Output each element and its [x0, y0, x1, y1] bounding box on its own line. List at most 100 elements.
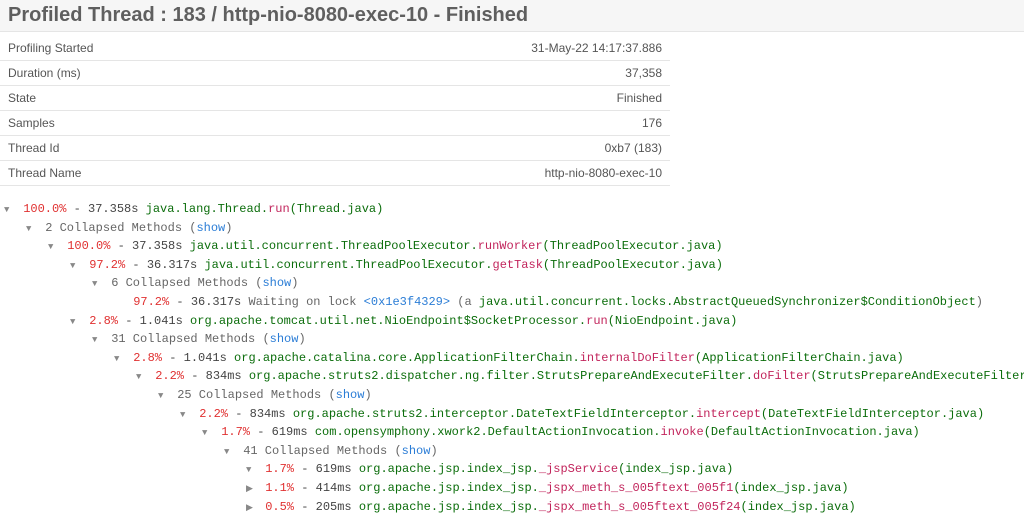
source-file: (ThreadPoolExecutor.java) [543, 239, 723, 253]
collapse-icon[interactable]: ▼ [246, 464, 256, 478]
pct: 2.2% [155, 369, 184, 383]
method: _jspService [539, 462, 618, 476]
pct: 2.8% [133, 351, 162, 365]
class: com.opensymphony.xwork2.DefaultActionInv… [315, 425, 661, 439]
table-row: Duration (ms) 37,358 [0, 61, 670, 86]
method: getTask [493, 258, 543, 272]
collapse-icon[interactable]: ▼ [4, 204, 14, 218]
collapsed-group[interactable]: ▼ 31 Collapsed Methods (show) [92, 330, 1024, 349]
class: org.apache.tomcat.util.net.NioEndpoint$S… [190, 314, 586, 328]
time: 414ms [316, 481, 352, 495]
call-tree: ▼ 100.0% - 37.358s java.lang.Thread.run(… [0, 200, 1024, 516]
info-value: 31-May-22 14:17:37.886 [274, 36, 670, 61]
tree-node[interactable]: ▼ 100.0% - 37.358s java.util.concurrent.… [48, 237, 1024, 256]
collapse-icon[interactable]: ▼ [224, 446, 234, 460]
collapse-icon[interactable]: ▼ [136, 371, 146, 385]
show-link[interactable]: show [402, 444, 431, 458]
expand-icon[interactable]: ▶ [246, 502, 256, 516]
method: invoke [661, 425, 704, 439]
time: 619ms [316, 462, 352, 476]
source-file: (StrutsPrepareAndExecuteFilter.java) [811, 369, 1024, 383]
collapse-icon[interactable]: ▼ [158, 390, 168, 404]
show-link[interactable]: show [336, 388, 365, 402]
collapsed-label: 25 Collapsed Methods [177, 388, 321, 402]
method: intercept [696, 407, 761, 421]
info-label: Profiling Started [0, 36, 274, 61]
info-value: 176 [274, 111, 670, 136]
info-label: State [0, 86, 274, 111]
tree-node[interactable]: ▼ 2.2% - 834ms org.apache.struts2.dispat… [136, 367, 1024, 386]
class: org.apache.catalina.core.ApplicationFilt… [234, 351, 580, 365]
table-row: Thread Name http-nio-8080-exec-10 [0, 161, 670, 186]
class: java.lang.Thread. [146, 202, 268, 216]
pct: 100.0% [23, 202, 66, 216]
time: 36.317s [147, 258, 197, 272]
tree-node[interactable]: ▶ 0.5% - 205ms org.apache.jsp.index_jsp.… [246, 498, 1024, 517]
collapsed-group[interactable]: ▼ 41 Collapsed Methods (show) [224, 442, 1024, 461]
time: 205ms [316, 500, 352, 514]
expand-icon[interactable]: ▶ [246, 483, 256, 497]
method: internalDoFilter [580, 351, 695, 365]
thread-info-table: Profiling Started 31-May-22 14:17:37.886… [0, 36, 670, 186]
page-title: Profiled Thread : 183 / http-nio-8080-ex… [8, 4, 1016, 27]
show-link[interactable]: show [262, 276, 291, 290]
collapsed-group[interactable]: ▼ 6 Collapsed Methods (show) [92, 274, 1024, 293]
pct: 2.8% [89, 314, 118, 328]
tree-node[interactable]: ▼ 2.8% - 1.041s org.apache.catalina.core… [114, 349, 1024, 368]
time: 1.041s [184, 351, 227, 365]
pct: 1.1% [265, 481, 294, 495]
tree-node[interactable]: ▶ 1.1% - 414ms org.apache.jsp.index_jsp.… [246, 479, 1024, 498]
pct: 97.2% [89, 258, 125, 272]
source-file: (ThreadPoolExecutor.java) [543, 258, 723, 272]
source-file: (NioEndpoint.java) [608, 314, 738, 328]
pct: 2.2% [199, 407, 228, 421]
pct: 97.2% [133, 295, 169, 309]
table-row: Samples 176 [0, 111, 670, 136]
tree-node[interactable]: ▼ 2.2% - 834ms org.apache.struts2.interc… [180, 405, 1024, 424]
time: 834ms [206, 369, 242, 383]
collapse-icon[interactable]: ▼ [70, 316, 80, 330]
collapse-icon[interactable]: ▼ [92, 278, 102, 292]
tree-node[interactable]: ▼ 97.2% - 36.317s java.util.concurrent.T… [70, 256, 1024, 275]
class: java.util.concurrent.ThreadPoolExecutor. [204, 258, 492, 272]
source-file: (DateTextFieldInterceptor.java) [761, 407, 984, 421]
collapsed-group[interactable]: ▼ 2 Collapsed Methods (show) [26, 219, 1024, 238]
collapse-icon[interactable]: ▼ [202, 427, 212, 441]
class: org.apache.struts2.dispatcher.ng.filter.… [249, 369, 753, 383]
source-file: (index_jsp.java) [733, 481, 848, 495]
table-row: Thread Id 0xb7 (183) [0, 136, 670, 161]
collapse-icon[interactable]: ▼ [26, 223, 36, 237]
collapse-icon[interactable]: ▼ [48, 241, 58, 255]
collapse-icon[interactable]: ▼ [70, 260, 80, 274]
show-link[interactable]: show [196, 221, 225, 235]
info-label: Samples [0, 111, 274, 136]
tree-node[interactable]: ▼ 100.0% - 37.358s java.lang.Thread.run(… [4, 200, 1024, 219]
pct: 0.5% [265, 500, 294, 514]
collapse-icon[interactable]: ▼ [180, 409, 190, 423]
collapsed-group[interactable]: ▼ 25 Collapsed Methods (show) [158, 386, 1024, 405]
tree-node[interactable]: ▼ 2.8% - 1.041s org.apache.tomcat.util.n… [70, 312, 1024, 331]
info-label: Thread Name [0, 161, 274, 186]
time: 37.358s [132, 239, 182, 253]
collapsed-label: 2 Collapsed Methods [45, 221, 182, 235]
class: java.util.concurrent.ThreadPoolExecutor. [190, 239, 478, 253]
collapse-icon[interactable]: ▼ [92, 334, 102, 348]
collapsed-label: 31 Collapsed Methods [111, 332, 255, 346]
class: org.apache.jsp.index_jsp. [359, 481, 539, 495]
info-value: http-nio-8080-exec-10 [274, 161, 670, 186]
method: doFilter [753, 369, 811, 383]
tree-node[interactable]: ▼ 1.7% - 619ms com.opensymphony.xwork2.D… [202, 423, 1024, 442]
time: 619ms [272, 425, 308, 439]
source-file: (index_jsp.java) [618, 462, 733, 476]
time: 1.041s [140, 314, 183, 328]
lock-node: 97.2% - 36.317s Waiting on lock <0x1e3f4… [114, 293, 1024, 312]
lock-class: java.util.concurrent.locks.AbstractQueue… [479, 295, 976, 309]
info-value: 37,358 [274, 61, 670, 86]
method: run [586, 314, 608, 328]
show-link[interactable]: show [270, 332, 299, 346]
tree-node[interactable]: ▼ 1.7% - 619ms org.apache.jsp.index_jsp.… [246, 460, 1024, 479]
class: org.apache.jsp.index_jsp. [359, 500, 539, 514]
table-row: Profiling Started 31-May-22 14:17:37.886 [0, 36, 670, 61]
collapse-icon[interactable]: ▼ [114, 353, 124, 367]
method: _jspx_meth_s_005ftext_005f1 [539, 481, 733, 495]
